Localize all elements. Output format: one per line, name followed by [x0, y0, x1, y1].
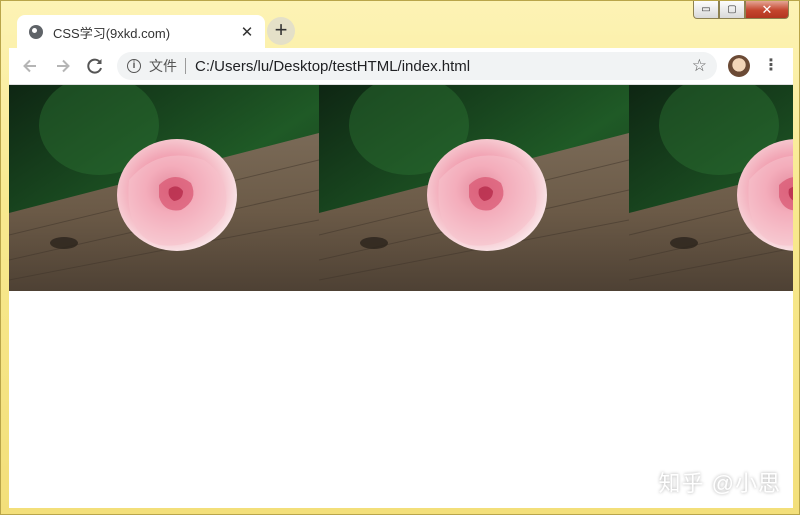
omnibox-divider — [185, 58, 186, 74]
info-icon[interactable]: i — [127, 59, 141, 73]
tab-close-button[interactable]: ✕ — [239, 23, 255, 41]
rose-image-tile — [629, 85, 793, 291]
tab-title: CSS学习(9xkd.com) — [53, 25, 171, 41]
back-button[interactable] — [19, 55, 41, 77]
watermark-text: 知乎 @小思 — [658, 471, 781, 496]
repeated-background — [9, 85, 793, 291]
page-viewport: 知乎 @小思 — [9, 85, 793, 508]
browser-menu-button[interactable]: ⋮ — [763, 55, 779, 77]
scheme-label: 文件 — [149, 58, 177, 74]
browser-toolbar: i 文件 C:/Users/lu/Desktop/testHTML/index.… — [9, 48, 793, 85]
reload-icon — [87, 58, 102, 74]
globe-icon — [29, 25, 43, 39]
bookmark-star-icon[interactable]: ☆ — [692, 56, 707, 76]
reload-button[interactable] — [84, 55, 106, 77]
arrow-right-icon — [57, 59, 70, 73]
address-bar[interactable]: i 文件 C:/Users/lu/Desktop/testHTML/index.… — [117, 52, 717, 80]
rose-image-tile — [9, 85, 319, 291]
profile-avatar[interactable] — [728, 55, 750, 77]
url-text[interactable]: C:/Users/lu/Desktop/testHTML/index.html — [195, 58, 692, 75]
rose-image-tile — [319, 85, 629, 291]
tab-strip: CSS学习(9xkd.com) ✕ + — [9, 13, 793, 49]
forward-button[interactable] — [52, 55, 74, 77]
new-tab-button[interactable]: + — [267, 17, 295, 45]
tab-active[interactable]: CSS学习(9xkd.com) ✕ — [17, 15, 265, 49]
arrow-left-icon — [23, 59, 36, 73]
browser-window: ▭ ▢ ✕ CSS学习(9xkd.com) ✕ + i 文件 C:/Users/… — [0, 0, 800, 515]
